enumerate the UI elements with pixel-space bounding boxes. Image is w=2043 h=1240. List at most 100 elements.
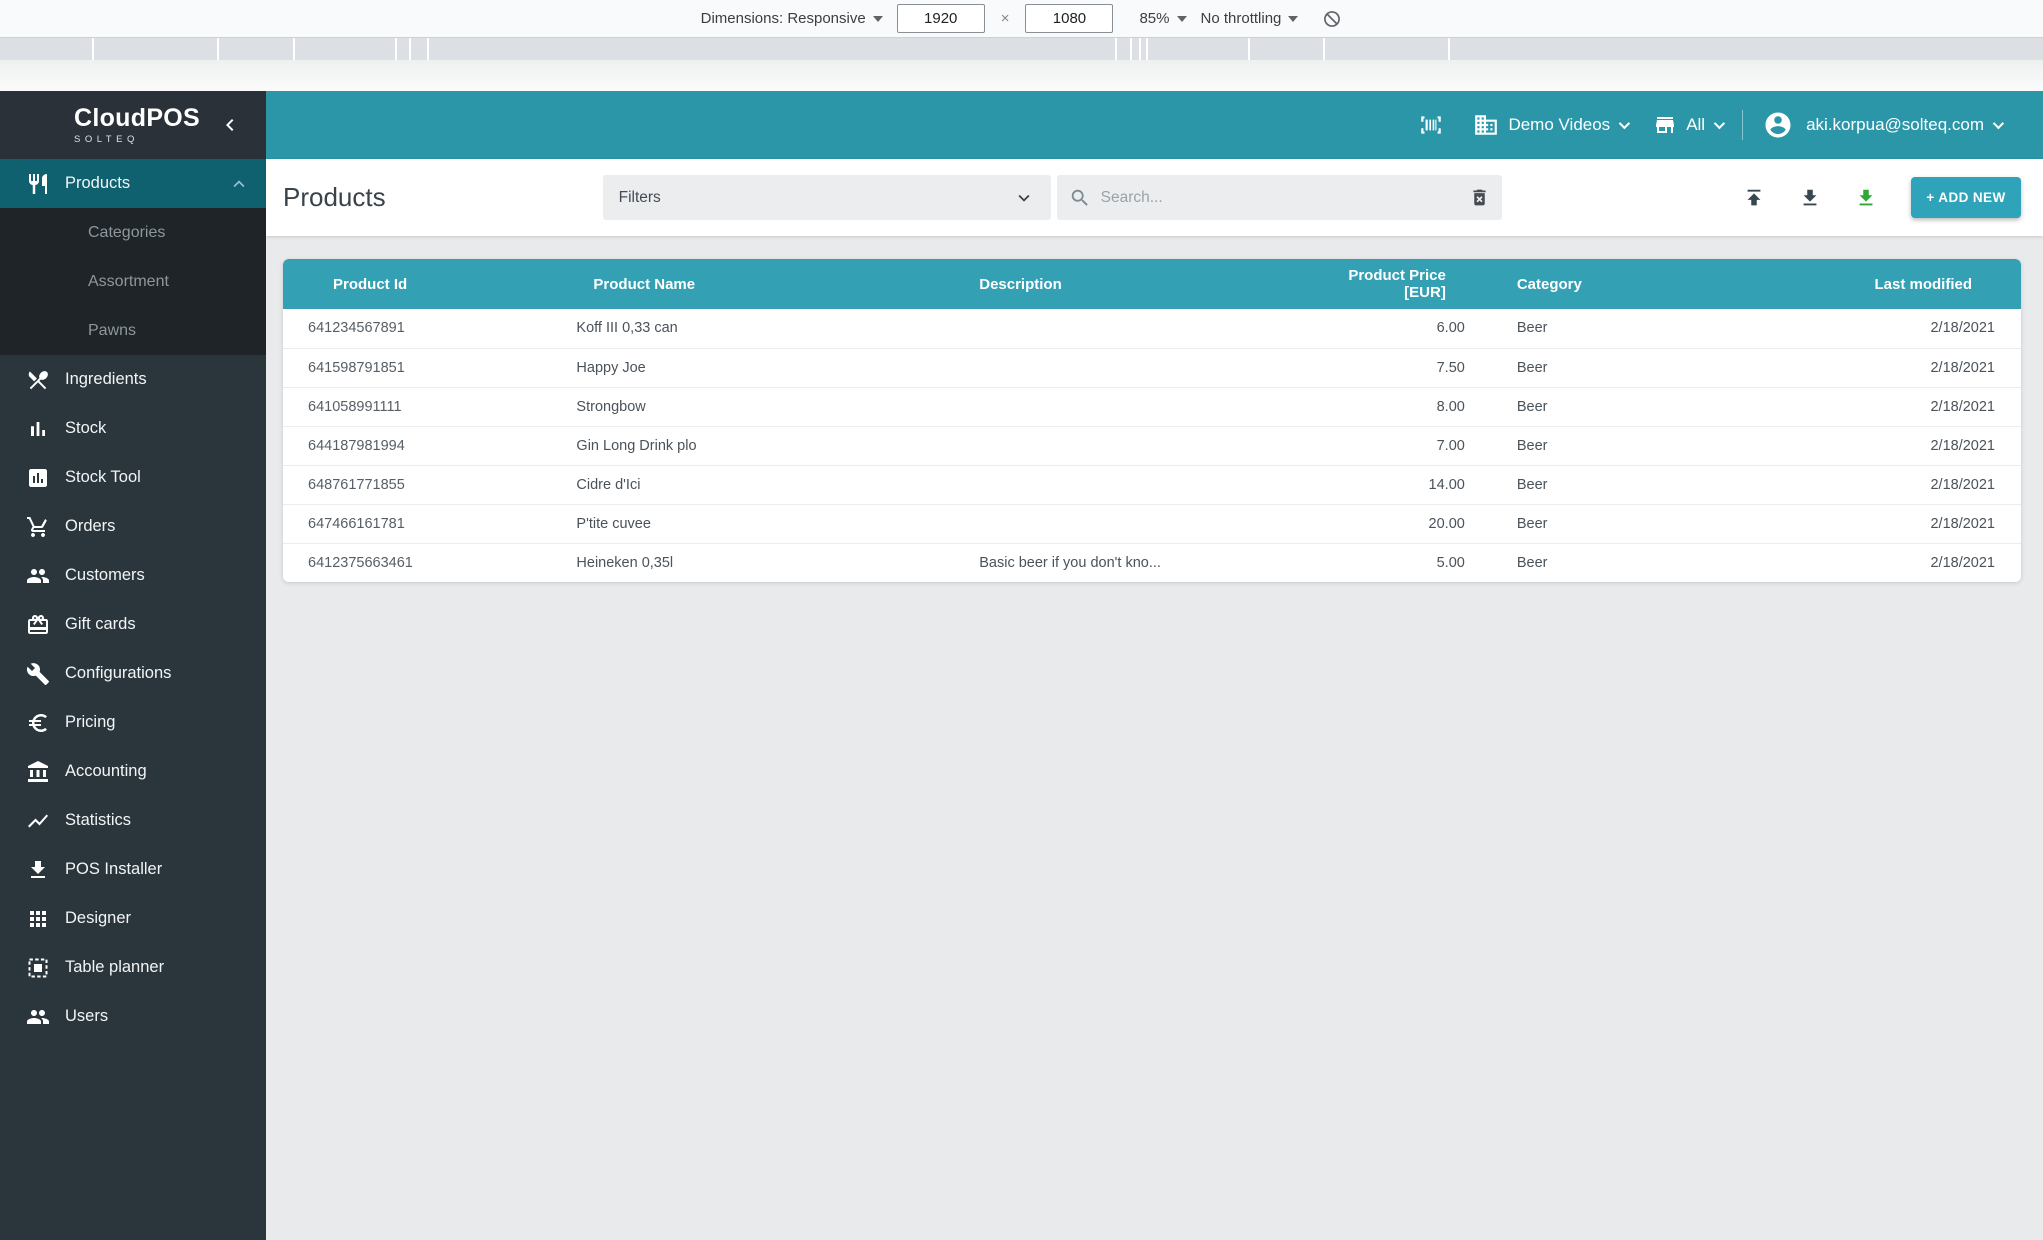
cell-price: 5.00 (1309, 543, 1469, 582)
company-selector[interactable]: Demo Videos (1473, 112, 1627, 138)
sidebar-item-statistics[interactable]: Statistics (0, 796, 266, 845)
sidebar: CloudPOS SOLTEQ Products CategoriesAssor… (0, 91, 266, 1240)
cell-description (979, 504, 1309, 543)
column-header-last-modified[interactable]: Last modified (1729, 259, 2021, 309)
ruler-tick (1248, 38, 1250, 60)
dimensions-selector[interactable]: Dimensions: Responsive (701, 10, 883, 27)
cell-price: 7.50 (1309, 348, 1469, 387)
sidebar-item-products[interactable]: Products (0, 159, 266, 208)
cell-modified: 2/18/2021 (1729, 465, 2021, 504)
trend-icon (26, 809, 50, 833)
cell-name: P'tite cuvee (576, 504, 979, 543)
cell-id: 6412375663461 (283, 543, 576, 582)
main-area: Demo Videos All aki.korpua@solteq.com (266, 91, 2043, 1240)
table-body: 641234567891Koff III 0,33 can6.00Beer2/1… (283, 309, 2021, 582)
sidebar-item-pos-installer[interactable]: POS Installer (0, 845, 266, 894)
rotate-viewport-icon[interactable] (1322, 9, 1342, 29)
cell-modified: 2/18/2021 (1729, 387, 2021, 426)
table-row[interactable]: 6412375663461Heineken 0,35lBasic beer if… (283, 543, 2021, 582)
people-icon (26, 564, 50, 588)
cell-description (979, 348, 1309, 387)
sidebar-subitem-assortment[interactable]: Assortment (0, 257, 266, 306)
sidebar-item-designer[interactable]: Designer (0, 894, 266, 943)
cell-id: 641598791851 (283, 348, 576, 387)
sidebar-item-configurations[interactable]: Configurations (0, 649, 266, 698)
products-submenu: CategoriesAssortmentPawns (0, 208, 266, 355)
gift-card-icon (26, 613, 50, 637)
import-upload-icon[interactable] (1743, 187, 1765, 209)
viewport-height-input[interactable] (1025, 4, 1113, 33)
sidebar-item-orders[interactable]: Orders (0, 502, 266, 551)
table-row[interactable]: 648761771855Cidre d'Ici14.00Beer2/18/202… (283, 465, 2021, 504)
page-title: Products (283, 182, 386, 213)
export-download-icon[interactable] (1799, 187, 1821, 209)
cell-category: Beer (1469, 348, 1729, 387)
sidebar-item-accounting[interactable]: Accounting (0, 747, 266, 796)
throttling-dropdown-arrow (1288, 16, 1298, 22)
ruler-tick (409, 38, 411, 60)
devtools-toolbar: Dimensions: Responsive × 85% No throttli… (0, 0, 2043, 38)
viewport-width-input[interactable] (897, 4, 985, 33)
sidebar-item-customers[interactable]: Customers (0, 551, 266, 600)
cell-description (979, 426, 1309, 465)
ruler-tick (427, 38, 429, 60)
column-header-description[interactable]: Description (979, 259, 1309, 309)
viewport-gap (0, 60, 2043, 91)
table-row[interactable]: 647466161781P'tite cuvee20.00Beer2/18/20… (283, 504, 2021, 543)
sidebar-item-stock[interactable]: Stock (0, 404, 266, 453)
download-template-icon[interactable] (1855, 187, 1877, 209)
column-header-product-id[interactable]: Product Id (283, 259, 576, 309)
chevron-up-icon (228, 173, 250, 195)
account-menu[interactable]: aki.korpua@solteq.com (1763, 110, 2001, 140)
table-row[interactable]: 641234567891Koff III 0,33 can6.00Beer2/1… (283, 309, 2021, 348)
filters-dropdown[interactable]: Filters (603, 175, 1051, 220)
sidebar-item-pricing[interactable]: Pricing (0, 698, 266, 747)
column-header-product-price-eur-[interactable]: Product Price [EUR] (1309, 259, 1469, 309)
sidebar-collapse-icon[interactable] (218, 113, 242, 137)
sidebar-item-label: POS Installer (65, 860, 162, 879)
bar-chart-icon (26, 417, 50, 441)
user-email: aki.korpua@solteq.com (1806, 115, 1984, 135)
restaurant-icon (26, 172, 50, 196)
search-input[interactable] (1101, 189, 1469, 207)
cell-name: Koff III 0,33 can (576, 309, 979, 348)
sidebar-item-label: Designer (65, 909, 131, 928)
sidebar-item-stock-tool[interactable]: Stock Tool (0, 453, 266, 502)
cell-modified: 2/18/2021 (1729, 309, 2021, 348)
cell-category: Beer (1469, 387, 1729, 426)
table-row[interactable]: 644187981994Gin Long Drink plo7.00Beer2/… (283, 426, 2021, 465)
column-header-product-name[interactable]: Product Name (576, 259, 979, 309)
table-row[interactable]: 641058991111Strongbow8.00Beer2/18/2021 (283, 387, 2021, 426)
throttling-selector[interactable]: No throttling (1201, 10, 1299, 27)
sidebar-nav-list: IngredientsStockStock ToolOrdersCustomer… (0, 355, 266, 1041)
barcode-scanner-icon[interactable] (1417, 112, 1445, 138)
cell-name: Gin Long Drink plo (576, 426, 979, 465)
clear-search-icon[interactable] (1469, 187, 1490, 208)
chevron-down-icon (1619, 118, 1630, 129)
sidebar-item-table-planner[interactable]: Table planner (0, 943, 266, 992)
sidebar-item-users[interactable]: Users (0, 992, 266, 1041)
zoom-value: 85% (1139, 10, 1169, 27)
cell-name: Cidre d'Ici (576, 465, 979, 504)
table-row[interactable]: 641598791851Happy Joe7.50Beer2/18/2021 (283, 348, 2021, 387)
ruler-tick (1139, 38, 1141, 60)
cell-modified: 2/18/2021 (1729, 426, 2021, 465)
cell-description: Basic beer if you don't kno... (979, 543, 1309, 582)
sidebar-subitem-categories[interactable]: Categories (0, 208, 266, 257)
app-logo-subtitle: SOLTEQ (74, 134, 200, 145)
search-icon (1069, 187, 1091, 209)
products-table-card: Product IdProduct NameDescriptionProduct… (283, 259, 2021, 582)
cell-name: Heineken 0,35l (576, 543, 979, 582)
chevron-down-icon (1714, 118, 1725, 129)
sidebar-item-ingredients[interactable]: Ingredients (0, 355, 266, 404)
dimensions-label: Dimensions: Responsive (701, 10, 866, 27)
zoom-selector[interactable]: 85% (1139, 10, 1186, 27)
sidebar-subitem-pawns[interactable]: Pawns (0, 306, 266, 355)
add-new-button[interactable]: + ADD NEW (1911, 177, 2021, 218)
store-selector[interactable]: All (1653, 113, 1722, 137)
throttling-value: No throttling (1201, 10, 1282, 27)
ruler-tick (1115, 38, 1117, 60)
sidebar-item-gift-cards[interactable]: Gift cards (0, 600, 266, 649)
column-header-category[interactable]: Category (1469, 259, 1729, 309)
page-header: Products Filters (266, 159, 2043, 236)
